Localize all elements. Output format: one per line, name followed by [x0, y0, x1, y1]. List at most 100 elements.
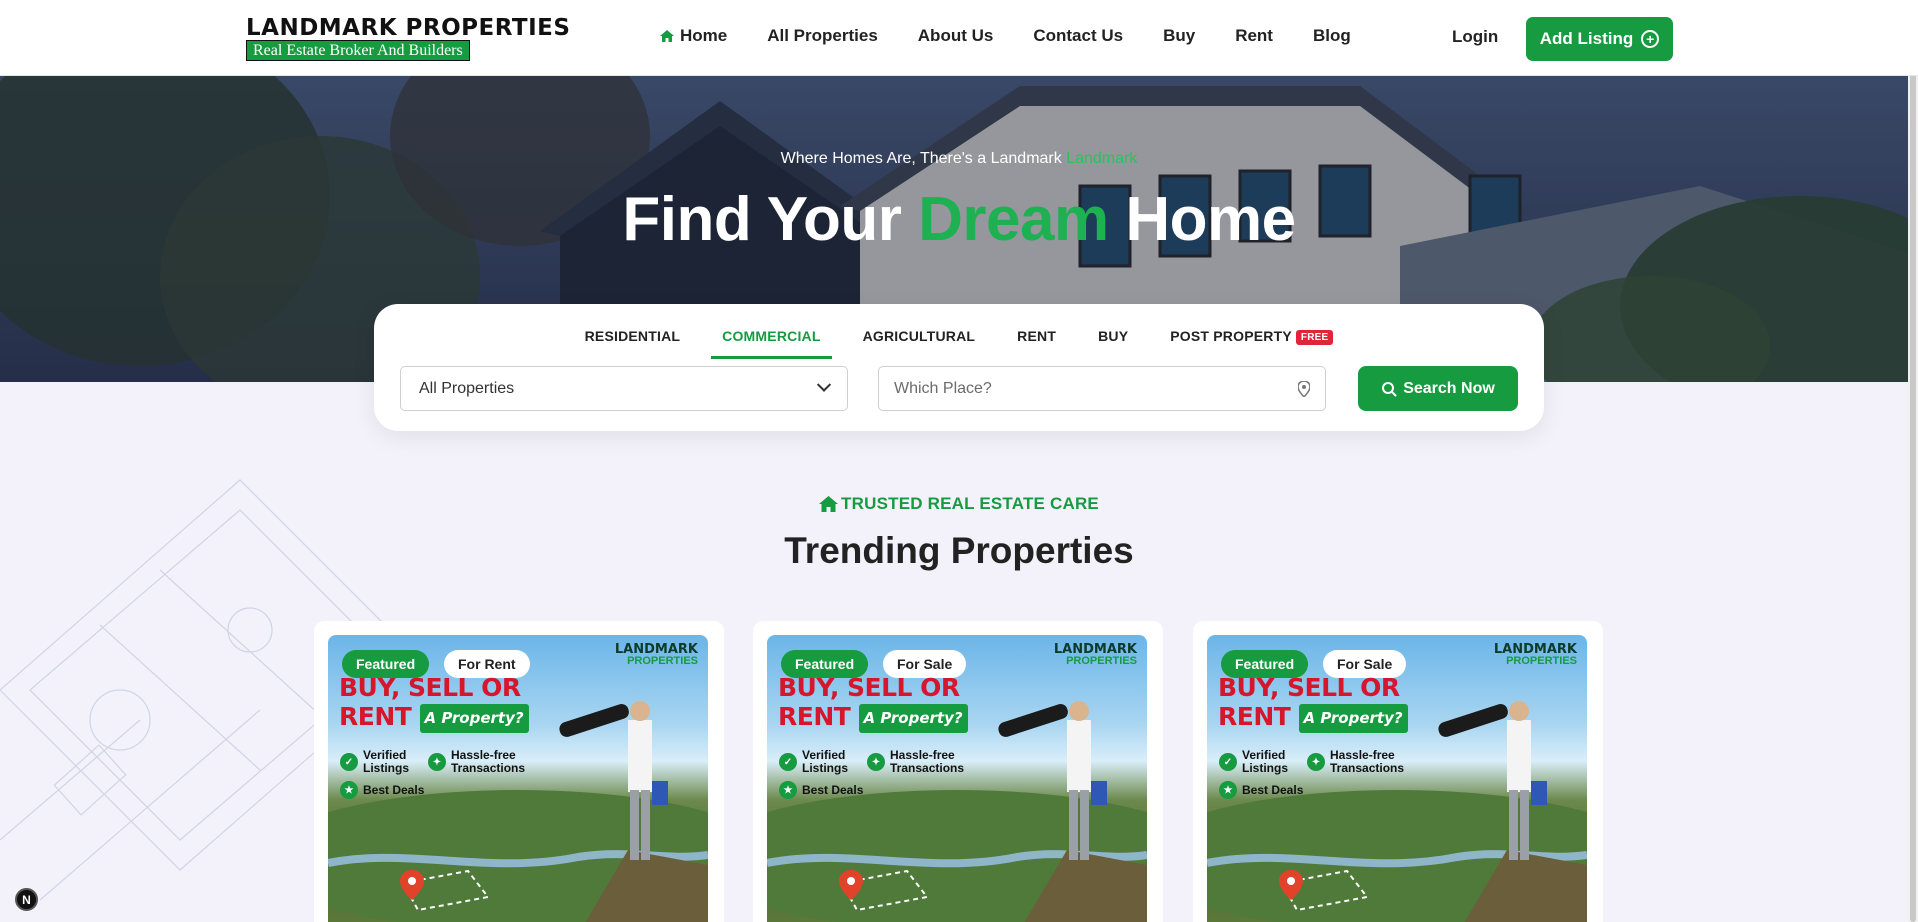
- promo-headline-line2: RENT: [778, 702, 851, 731]
- section-eyebrow: TRUSTED REAL ESTATE CARE: [0, 494, 1918, 514]
- promo-feature-text: Hassle-free Transactions: [1330, 748, 1405, 775]
- promo-feature-hassle-free: ✦ Hassle-free Transactions: [867, 749, 987, 775]
- place-input[interactable]: [894, 379, 1274, 398]
- tab-post-property-label: POST PROPERTY: [1170, 328, 1292, 344]
- search-icon: [1382, 381, 1397, 396]
- hero-title-part1: Find Your: [622, 185, 902, 254]
- add-listing-label: Add Listing: [1539, 29, 1634, 48]
- place-field: [878, 366, 1326, 411]
- handshake-icon: ✦: [867, 753, 885, 771]
- tab-residential[interactable]: RESIDENTIAL: [574, 322, 692, 359]
- plus-icon: +: [1641, 30, 1660, 48]
- section-eyebrow-text: TRUSTED REAL ESTATE CARE: [841, 494, 1099, 513]
- tab-buy[interactable]: BUY: [1087, 322, 1139, 359]
- house-icon: [819, 496, 839, 512]
- property-image[interactable]: Featured For Rent LANDMARK PROPERTIES BU…: [328, 635, 708, 922]
- promo-feature-verified: ✓ Verified Listings: [1219, 749, 1319, 775]
- search-now-label: Search Now: [1403, 379, 1495, 397]
- hero-tagline-text: Where Homes Are, There's a Landmark: [780, 150, 1062, 167]
- promo-logo: LANDMARK PROPERTIES: [1054, 643, 1137, 667]
- nav-blog[interactable]: Blog: [1313, 26, 1351, 46]
- promo-logo: LANDMARK PROPERTIES: [615, 643, 698, 667]
- promo-headline-line1: BUY, SELL OR: [778, 673, 960, 702]
- brand-tagline: Real Estate Broker And Builders: [246, 40, 470, 61]
- promo-headline-sub: A Property?: [858, 704, 968, 733]
- promo-feature-best-deals: ★ Best Deals: [1219, 781, 1303, 799]
- hero-title-part2: Home: [1125, 185, 1296, 254]
- nav-home-label: Home: [680, 26, 728, 45]
- promo-feature-text: Best Deals: [802, 782, 864, 797]
- nav-home[interactable]: Home: [660, 26, 727, 46]
- deal-icon: ★: [779, 781, 797, 799]
- promo-headline-line1: BUY, SELL OR: [1218, 673, 1400, 702]
- promo-headline: BUY, SELL OR RENT A Property?: [339, 673, 529, 733]
- map-pin-icon: [1279, 870, 1303, 900]
- page-scrollbar[interactable]: [1908, 0, 1918, 922]
- hero-title-accent: Dream: [918, 185, 1109, 254]
- deal-icon: ★: [1219, 781, 1237, 799]
- scrollbar-thumb[interactable]: [1910, 0, 1916, 922]
- promo-feature-verified: ✓ Verified Listings: [779, 749, 879, 775]
- free-badge: FREE: [1295, 330, 1334, 345]
- tab-commercial[interactable]: COMMERCIAL: [711, 322, 832, 359]
- promo-feature-hassle-free: ✦ Hassle-free Transactions: [1307, 749, 1427, 775]
- nav-about-us[interactable]: About Us: [918, 26, 994, 46]
- check-icon: ✓: [340, 753, 358, 771]
- property-card[interactable]: Featured For Sale LANDMARK PROPERTIES BU…: [753, 621, 1163, 922]
- promo-headline: BUY, SELL OR RENT A Property?: [1218, 673, 1408, 733]
- nav-all-properties[interactable]: All Properties: [767, 26, 878, 46]
- login-link[interactable]: Login: [1452, 27, 1498, 47]
- promo-headline-line2: RENT: [339, 702, 412, 731]
- tab-agricultural[interactable]: AGRICULTURAL: [852, 322, 987, 359]
- add-listing-button[interactable]: Add Listing +: [1526, 17, 1673, 61]
- promo-feature-text: Best Deals: [363, 782, 425, 797]
- tab-post-property[interactable]: POST PROPERTY FREE: [1159, 322, 1344, 359]
- location-pin-icon: [1298, 380, 1310, 397]
- handshake-icon: ✦: [1307, 753, 1325, 771]
- promo-headline-sub: A Property?: [1298, 704, 1408, 733]
- main-nav: Home All Properties About Us Contact Us …: [660, 26, 1391, 46]
- handshake-icon: ✦: [428, 753, 446, 771]
- promo-feature-text: Hassle-free Transactions: [451, 748, 526, 775]
- promo-logo-line2: PROPERTIES: [627, 655, 698, 667]
- property-select[interactable]: All Properties: [400, 366, 848, 411]
- promo-feature-text: Hassle-free Transactions: [890, 748, 965, 775]
- property-card[interactable]: Featured For Sale LANDMARK PROPERTIES BU…: [1193, 621, 1603, 922]
- property-select-value: All Properties: [419, 379, 515, 397]
- site-header: LANDMARK PROPERTIES Real Estate Broker A…: [0, 0, 1918, 76]
- dev-tools-badge[interactable]: N: [15, 888, 38, 911]
- promo-headline-line2: RENT: [1218, 702, 1291, 731]
- map-pin-icon: [839, 870, 863, 900]
- tab-rent[interactable]: RENT: [1006, 322, 1067, 359]
- nav-rent[interactable]: Rent: [1235, 26, 1273, 46]
- home-icon: [660, 30, 674, 42]
- hero-tagline: Where Homes Are, There's a Landmark Land…: [0, 150, 1918, 168]
- map-pin-icon: [400, 870, 424, 900]
- check-icon: ✓: [779, 753, 797, 771]
- section-title: Trending Properties: [784, 530, 1134, 571]
- property-type-tabs: RESIDENTIAL COMMERCIAL AGRICULTURAL RENT…: [374, 322, 1544, 359]
- brand-logo[interactable]: LANDMARK PROPERTIES Real Estate Broker A…: [246, 15, 571, 61]
- chevron-down-icon: [816, 377, 832, 392]
- promo-logo: LANDMARK PROPERTIES: [1494, 643, 1577, 667]
- hero-tagline-accent: Landmark: [1066, 150, 1138, 167]
- deal-icon: ★: [340, 781, 358, 799]
- promo-headline-line1: BUY, SELL OR: [339, 673, 521, 702]
- brand-name: LANDMARK PROPERTIES: [246, 15, 571, 41]
- nav-buy[interactable]: Buy: [1163, 26, 1195, 46]
- hero-title: Find Your Dream Home: [0, 184, 1918, 255]
- promo-feature-hassle-free: ✦ Hassle-free Transactions: [428, 749, 548, 775]
- promo-headline: BUY, SELL OR RENT A Property?: [778, 673, 968, 733]
- promo-logo-line2: PROPERTIES: [1506, 655, 1577, 667]
- property-image[interactable]: Featured For Sale LANDMARK PROPERTIES BU…: [767, 635, 1147, 922]
- promo-feature-best-deals: ★ Best Deals: [340, 781, 424, 799]
- property-card[interactable]: Featured For Rent LANDMARK PROPERTIES BU…: [314, 621, 724, 922]
- promo-headline-sub: A Property?: [419, 704, 529, 733]
- check-icon: ✓: [1219, 753, 1237, 771]
- property-image[interactable]: Featured For Sale LANDMARK PROPERTIES BU…: [1207, 635, 1587, 922]
- search-panel: RESIDENTIAL COMMERCIAL AGRICULTURAL RENT…: [374, 304, 1544, 431]
- search-now-button[interactable]: Search Now: [1358, 366, 1518, 411]
- nav-contact-us[interactable]: Contact Us: [1033, 26, 1123, 46]
- promo-feature-text: Best Deals: [1242, 782, 1304, 797]
- promo-feature-best-deals: ★ Best Deals: [779, 781, 863, 799]
